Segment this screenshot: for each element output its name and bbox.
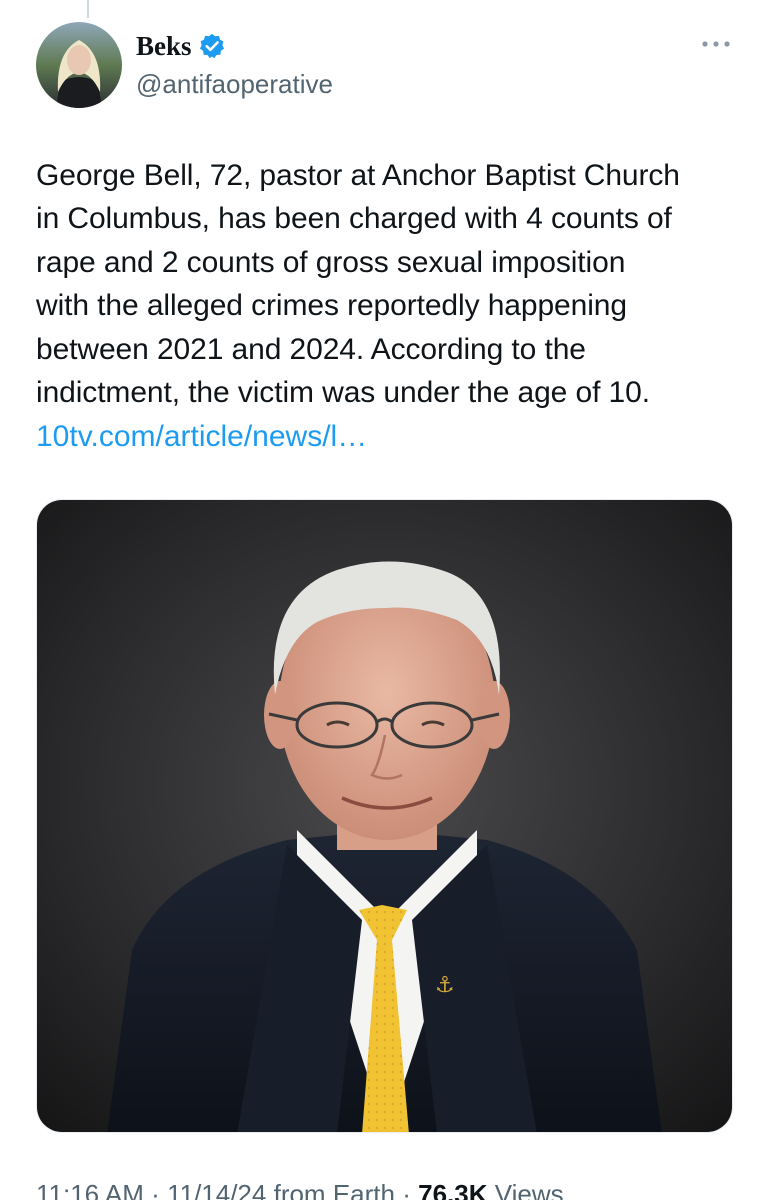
views-count: 76.3K — [418, 1179, 488, 1200]
verified-badge-icon — [199, 33, 224, 59]
author-display-name[interactable]: Beks — [136, 30, 192, 62]
more-options-icon[interactable] — [696, 32, 736, 56]
meta-separator: · — [151, 1179, 160, 1200]
tweet-text: George Bell, 72, pastor at Anchor Baptis… — [36, 159, 680, 410]
tweet-source: from Earth — [273, 1179, 395, 1200]
tweet-meta: 11:16 AM · 11/14/24 from Earth · 76.3K V… — [36, 1178, 564, 1200]
tweet-article-link[interactable]: 10tv.com/article/news/l… — [36, 415, 367, 458]
thread-connector-line — [87, 0, 89, 18]
tweet-detail: Beks @antifaoperative George Bell, 72, p… — [0, 0, 769, 1200]
tweet-time[interactable]: 11:16 AM — [36, 1179, 144, 1200]
svg-text:⚓: ⚓ — [435, 973, 455, 998]
views-label: Views — [494, 1179, 564, 1200]
author-handle[interactable]: @antifaoperative — [136, 68, 333, 100]
meta-separator: · — [402, 1179, 411, 1200]
tweet-date[interactable]: 11/14/24 — [167, 1179, 266, 1200]
avatar[interactable] — [36, 22, 122, 108]
tweet-media-image[interactable]: ⚓ — [36, 499, 733, 1133]
photo-icon: ⚓ — [37, 500, 732, 1132]
author-name-row[interactable]: Beks — [136, 30, 226, 62]
